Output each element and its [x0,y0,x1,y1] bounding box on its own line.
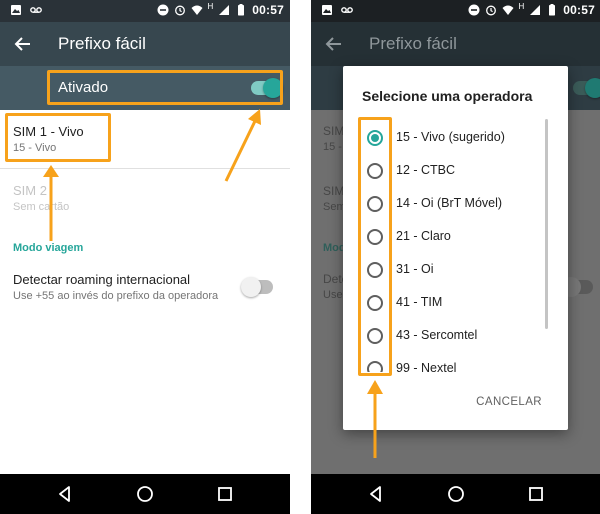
master-switch-toggle [573,78,600,98]
operator-option[interactable]: 99 - Nextel [343,352,548,372]
nav-back-icon[interactable] [366,484,386,504]
category-title: Modo viagem [13,242,84,254]
image-icon [322,5,332,15]
nav-back-icon[interactable] [55,484,75,504]
operator-dialog: Selecione uma operadora 15 - Vivo (suger… [343,66,568,430]
master-switch-bar[interactable]: Ativado [0,66,290,110]
operator-list[interactable]: 15 - Vivo (sugerido) 12 - CTBC 14 - Oi (… [343,121,568,372]
operator-label: 15 - Vivo (sugerido) [396,130,505,144]
operator-option[interactable]: 43 - Sercomtel [343,319,548,352]
sim2-preference: SIM 2 Sem cartão [0,169,290,227]
page-title: Prefixo fácil [369,34,457,53]
dimmed-text: SIM [323,184,345,198]
roaming-title: Detectar roaming internacional [13,272,191,287]
status-bar: H 00:57 [311,0,600,22]
signal-icon [530,5,541,15]
radio-unselected-icon[interactable] [367,295,383,311]
operator-option[interactable]: 21 - Claro [343,220,548,253]
operator-label: 31 - Oi [396,262,434,276]
radio-unselected-icon[interactable] [367,361,383,372]
network-type-label: H [518,1,525,11]
signal-icon [219,5,230,15]
nav-recents-icon[interactable] [526,484,546,504]
operator-option[interactable]: 12 - CTBC [343,154,548,187]
navigation-bar [0,474,290,514]
nav-home-icon[interactable] [135,484,155,504]
nav-recents-icon[interactable] [215,484,235,504]
dimmed-text: 15 - [323,141,342,153]
sim2-subtitle: Sem cartão [13,201,70,213]
nav-home-icon[interactable] [446,484,466,504]
master-switch-label: Ativado [58,79,109,96]
operator-option[interactable]: 41 - TIM [343,286,548,319]
app-bar: Prefixo fácil [311,22,600,66]
operator-label: 41 - TIM [396,295,443,309]
dimmed-text: Use [323,289,343,301]
back-arrow-icon [325,37,341,51]
operator-label: 21 - Claro [396,229,451,243]
operator-label: 43 - Sercomtel [396,328,478,342]
alarm-icon [174,5,185,16]
voicemail-icon [30,7,42,13]
radio-unselected-icon[interactable] [367,196,383,212]
page-title: Prefixo fácil [58,34,146,53]
clock: 00:57 [563,3,595,17]
battery-icon [238,4,245,16]
image-icon [11,5,21,15]
radio-unselected-icon[interactable] [367,163,383,179]
status-bar: H 00:57 [0,0,290,22]
clock: 00:57 [252,3,284,17]
sim1-preference[interactable]: SIM 1 - Vivo 15 - Vivo [0,110,290,168]
dialog-title: Selecione uma operadora [362,88,533,104]
sim1-subtitle: 15 - Vivo [13,142,57,154]
operator-option[interactable]: 31 - Oi [343,253,548,286]
sim2-title: SIM 2 [13,183,47,198]
dimmed-text: SIM [323,124,345,138]
roaming-toggle[interactable] [241,277,273,297]
operator-label: 99 - Nextel [396,361,457,372]
dnd-icon [468,4,480,16]
dialog-scrollbar[interactable] [545,119,548,329]
roaming-subtitle: Use +55 ao invés do prefixo da operadora [13,290,219,302]
operator-option[interactable]: 14 - Oi (BrT Móvel) [343,187,548,220]
dnd-icon [157,4,169,16]
wifi-icon [191,5,203,15]
radio-unselected-icon[interactable] [367,328,383,344]
voicemail-icon [341,7,353,13]
wifi-icon [502,5,514,15]
left-screen: H 00:57 Prefixo fácil Ativado SIM 1 - Vi… [0,0,290,514]
network-type-label: H [207,1,214,11]
back-arrow-icon[interactable] [12,33,34,55]
radio-unselected-icon[interactable] [367,262,383,278]
operator-label: 12 - CTBC [396,163,456,177]
operator-option[interactable]: 15 - Vivo (sugerido) [343,121,548,154]
roaming-preference[interactable]: Detectar roaming internacional Use +55 a… [0,262,290,312]
master-switch-toggle[interactable] [251,78,283,98]
cancel-button[interactable]: CANCELAR [476,396,542,408]
radio-unselected-icon[interactable] [367,229,383,245]
navigation-bar [311,474,600,514]
alarm-icon [485,5,496,16]
operator-label: 14 - Oi (BrT Móvel) [396,196,503,210]
radio-selected-icon[interactable] [367,130,383,146]
sim1-title: SIM 1 - Vivo [13,124,84,139]
app-bar: Prefixo fácil [0,22,290,66]
battery-icon [549,4,556,16]
